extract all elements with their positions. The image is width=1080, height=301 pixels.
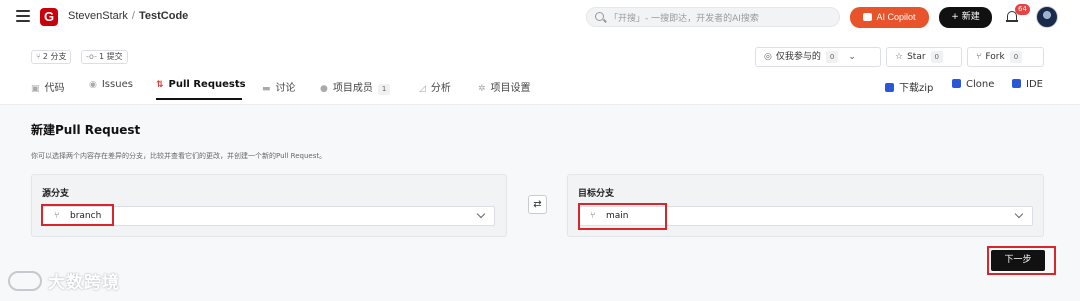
ai-copilot-label: AI Copilot <box>876 12 916 22</box>
watermark-logo <box>8 271 42 291</box>
search-input[interactable]: 「开搜」- 一搜即达，开发者的AI搜索 <box>586 7 840 27</box>
ide-label: IDE <box>1026 79 1043 90</box>
tab-discussion-label: 讨论 <box>275 83 296 94</box>
tab-code-label: 代码 <box>44 83 65 94</box>
download-icon <box>885 83 894 92</box>
swap-icon: ⇄ <box>533 199 542 210</box>
download-zip-label: 下载zip <box>899 83 934 94</box>
watermark: 大数跨境 <box>8 268 120 293</box>
issues-icon: ◉ <box>89 80 97 90</box>
target-branch-highlight <box>578 203 667 230</box>
tab-analytics[interactable]: ◿ 分析 <box>419 79 451 94</box>
target-branch-label: 目标分支 <box>578 189 615 199</box>
page-description: 你可以选择两个内容存在差异的分支，比较并查看它们的更改，并创建一个新的Pull … <box>31 152 327 160</box>
search-icon <box>595 12 604 21</box>
tab-members-label: 项目成员 <box>332 83 373 94</box>
watch-label: 仅我参与的 <box>775 52 821 62</box>
ide-icon <box>1012 79 1021 88</box>
tab-pull-requests[interactable]: ⇅ Pull Requests <box>156 79 246 90</box>
tab-members[interactable]: ● 项目成员 1 <box>320 79 391 95</box>
branches-count[interactable]: ⑂ 2 分支 <box>31 50 72 64</box>
notification-badge: 64 <box>1015 4 1030 15</box>
new-button[interactable]: + 新建 <box>939 7 992 28</box>
fork-count: 0 <box>1009 51 1023 63</box>
tab-pull-requests-label: Pull Requests <box>168 79 246 90</box>
top-bar: G StevenStark / TestCode 「开搜」- 一搜即达，开发者的AI… <box>0 0 1080 34</box>
avatar[interactable] <box>1036 6 1058 28</box>
tab-issues[interactable]: ◉ Issues <box>89 79 133 90</box>
breadcrumb: StevenStark / TestCode <box>68 10 188 22</box>
breadcrumb-repo[interactable]: TestCode <box>139 10 188 22</box>
tab-issues-label: Issues <box>101 79 133 90</box>
chevron-down-icon <box>476 209 486 219</box>
branches-label: 2 分支 <box>42 52 67 61</box>
breadcrumb-owner[interactable]: StevenStark <box>68 10 128 22</box>
gitcode-logo[interactable]: G <box>40 8 58 26</box>
star-icon: ☆ <box>895 52 904 62</box>
source-branch-label: 源分支 <box>42 189 70 199</box>
tab-analytics-label: 分析 <box>430 83 451 94</box>
watch-count: 0 <box>825 51 839 63</box>
code-icon: ▣ <box>31 84 40 94</box>
download-zip-button[interactable]: 下载zip <box>885 79 933 94</box>
swap-branches-button[interactable]: ⇄ <box>528 195 547 214</box>
source-branch-highlight <box>41 204 114 226</box>
star-count: 0 <box>930 51 944 63</box>
breadcrumb-separator: / <box>131 10 135 22</box>
clone-button[interactable]: Clone <box>952 79 994 90</box>
ai-copilot-button[interactable]: AI Copilot <box>850 7 929 28</box>
next-step-button[interactable]: 下一步 <box>991 250 1045 271</box>
ide-button[interactable]: IDE <box>1012 79 1043 90</box>
watch-button[interactable]: ◎ 仅我参与的 0 ⌄ <box>755 47 881 67</box>
tab-code[interactable]: ▣ 代码 <box>31 79 65 94</box>
members-count: 1 <box>377 84 391 95</box>
watermark-text: 大数跨境 <box>48 273 120 293</box>
clone-label: Clone <box>966 79 995 90</box>
active-tab-indicator <box>156 98 242 100</box>
pull-request-icon: ⇅ <box>156 80 164 90</box>
tab-discussion[interactable]: ▬ 讨论 <box>262 79 296 94</box>
fork-label: Fork <box>985 52 1005 62</box>
clone-icon <box>952 79 961 88</box>
star-button[interactable]: ☆ Star 0 <box>886 47 962 67</box>
page-title: 新建Pull Request <box>31 123 141 137</box>
tab-settings[interactable]: ✲ 项目设置 <box>478 79 531 94</box>
chevron-down-icon <box>1014 209 1024 219</box>
robot-icon <box>863 13 873 21</box>
commits-count[interactable]: -o- 1 提交 <box>81 50 128 64</box>
search-placeholder: 「开搜」- 一搜即达，开发者的AI搜索 <box>609 14 759 24</box>
eye-icon: ◎ <box>764 52 772 62</box>
commits-label: 1 提交 <box>98 52 123 61</box>
commit-icon: -o- <box>86 52 97 61</box>
tab-settings-label: 项目设置 <box>490 83 531 94</box>
fork-button[interactable]: ⑂ Fork 0 <box>967 47 1044 67</box>
settings-icon: ✲ <box>478 84 486 94</box>
chevron-down-icon: ⌄ <box>848 52 856 62</box>
members-icon: ● <box>320 84 328 94</box>
branch-icon: ⑂ <box>36 52 41 61</box>
star-label: Star <box>907 52 926 62</box>
hamburger-menu-icon[interactable] <box>16 10 30 22</box>
discussion-icon: ▬ <box>262 84 271 94</box>
analytics-icon: ◿ <box>419 84 426 94</box>
fork-icon: ⑂ <box>976 52 982 62</box>
